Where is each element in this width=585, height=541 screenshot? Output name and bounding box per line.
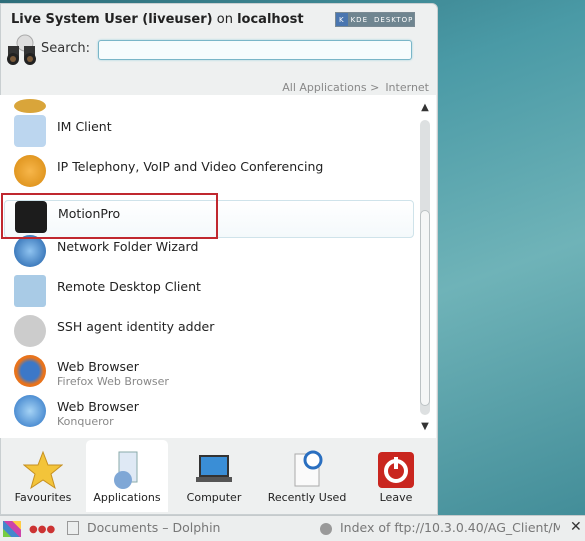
breadcrumb: All Applications > Internet xyxy=(276,81,429,94)
scrollbar[interactable]: ▲ ▼ xyxy=(418,102,432,435)
tab-computer[interactable]: Computer xyxy=(170,440,258,512)
activities-icon[interactable]: ●●● xyxy=(29,524,55,535)
voip-icon xyxy=(14,155,46,187)
tab-leave[interactable]: Leave xyxy=(356,440,436,512)
tab-favourites[interactable]: Favourites xyxy=(0,440,86,512)
scrollbar-thumb[interactable] xyxy=(420,210,430,406)
list-item[interactable]: Web Browser Firefox Web Browser xyxy=(4,351,414,389)
clock-document-icon xyxy=(294,450,323,487)
list-item[interactable]: Web Browser Konqueror xyxy=(4,391,414,429)
close-icon[interactable]: ✕ xyxy=(570,519,582,535)
tab-bar: Favourites Applications Computer Recentl… xyxy=(0,440,436,514)
list-item[interactable]: Remote Desktop Client xyxy=(4,271,414,309)
scroll-down-icon[interactable]: ▼ xyxy=(418,421,432,435)
kde-logo: K KDE DESKTOP xyxy=(335,12,415,27)
application-list: IM Client IP Telephony, VoIP and Video C… xyxy=(0,95,436,438)
konqueror-icon xyxy=(14,395,46,427)
applications-icon xyxy=(114,451,138,489)
dolphin-task-icon xyxy=(67,521,79,535)
app-launcher-icon[interactable] xyxy=(3,521,21,537)
list-item[interactable]: IM Client xyxy=(4,111,414,149)
binoculars-icon xyxy=(7,34,36,65)
firefox-icon xyxy=(14,355,46,387)
tab-applications[interactable]: Applications xyxy=(86,440,168,512)
scroll-up-icon[interactable]: ▲ xyxy=(418,102,432,116)
remote-desktop-icon xyxy=(14,275,46,307)
breadcrumb-all-applications[interactable]: All Applications > xyxy=(282,81,379,94)
list-item[interactable]: SSH agent identity adder xyxy=(4,311,414,349)
highlight-box xyxy=(1,193,218,239)
breadcrumb-internet[interactable]: Internet xyxy=(385,81,429,94)
taskbar-task-ftp[interactable]: Index of ftp://10.3.0.40/AG_Client/M xyxy=(340,520,560,535)
user-title: Live System User (liveuser) on localhost xyxy=(11,12,304,27)
list-item[interactable]: IP Telephony, VoIP and Video Conferencin… xyxy=(4,151,414,189)
star-icon xyxy=(23,450,63,490)
key-icon xyxy=(14,315,46,347)
im-client-icon xyxy=(14,115,46,147)
taskbar-task-dolphin[interactable]: Documents – Dolphin xyxy=(87,520,220,535)
taskbar: ●●● Documents – Dolphin Index of ftp://1… xyxy=(0,515,585,541)
browser-task-icon xyxy=(320,523,332,535)
network-globe-icon xyxy=(14,235,46,267)
power-icon xyxy=(378,452,414,488)
tab-recently-used[interactable]: Recently Used xyxy=(258,440,356,512)
laptop-icon xyxy=(196,455,232,482)
search-input[interactable] xyxy=(98,40,412,60)
search-label: Search: xyxy=(41,41,91,56)
